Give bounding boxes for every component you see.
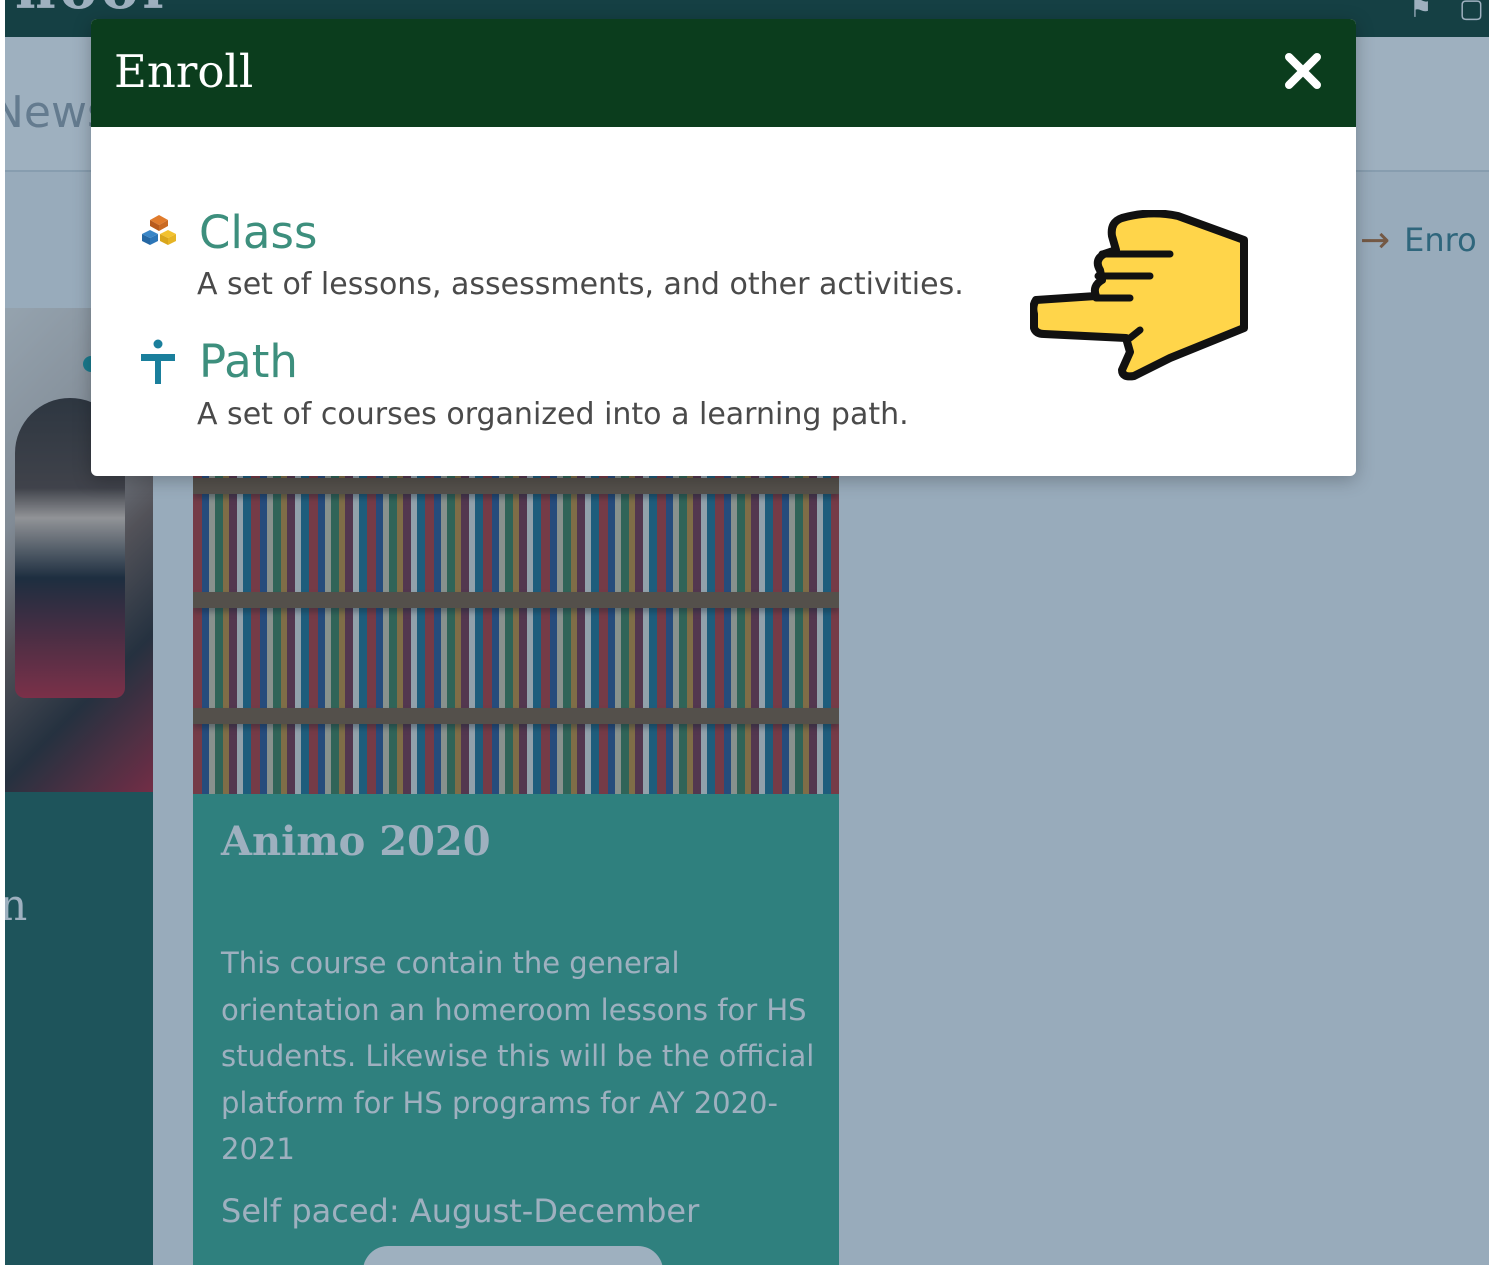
cubes-icon [142, 215, 176, 245]
option-path-description: A set of courses organized into a learni… [197, 397, 909, 432]
option-path-label: Path [199, 335, 298, 388]
option-class-description: A set of lessons, assessments, and other… [197, 267, 964, 302]
close-icon[interactable] [1281, 49, 1325, 93]
signpost-icon [141, 339, 175, 384]
modal-title: Enroll [114, 45, 254, 98]
option-path[interactable]: Path A set of courses organized into a l… [91, 325, 1091, 435]
pointing-hand-icon [1030, 210, 1248, 381]
option-class[interactable]: Class A set of lessons, assessments, and… [91, 191, 1091, 302]
option-class-label: Class [199, 206, 318, 259]
modal-header: Enroll [91, 19, 1356, 127]
